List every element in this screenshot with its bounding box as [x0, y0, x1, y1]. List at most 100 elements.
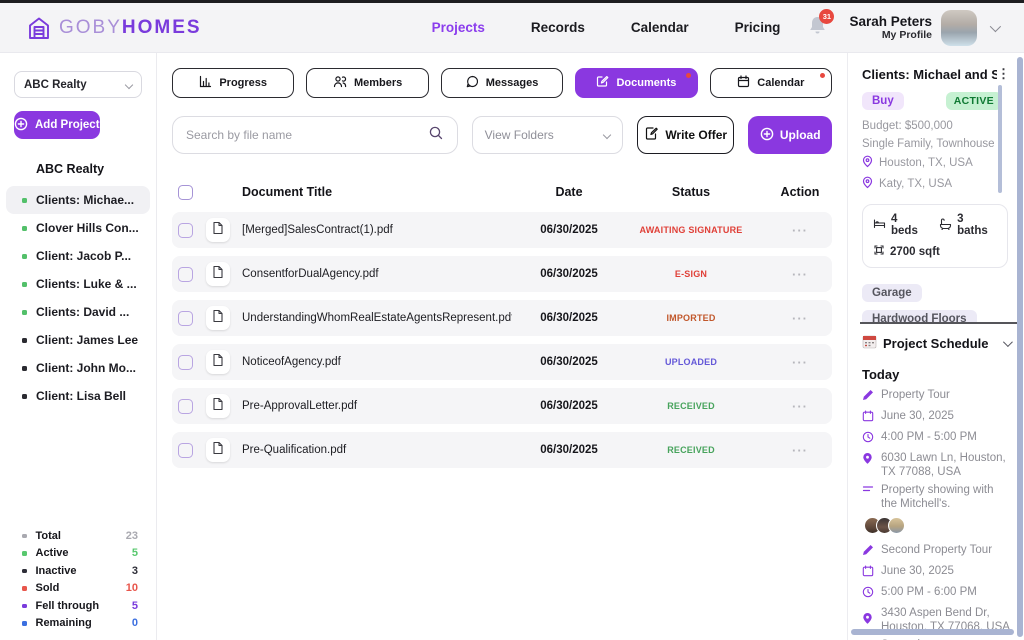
view-folders-select[interactable]: View Folders	[472, 116, 623, 154]
sidebar-client-item[interactable]: Clover Hills Con...	[6, 214, 150, 242]
file-icon	[212, 221, 224, 240]
stat-value: 10	[126, 582, 138, 594]
status-dot	[22, 282, 27, 287]
document-row[interactable]: ConsentforDualAgency.pdf 06/30/2025 E-SI…	[172, 256, 832, 292]
document-filter-row: View Folders Write Offer Upload	[172, 116, 832, 154]
brand-name: GOBYHOMES	[59, 17, 202, 39]
clipped-feature-chip: Hardwood Floors	[862, 309, 1010, 322]
baths-value: 3 baths	[957, 213, 997, 237]
edit-document-icon	[596, 75, 609, 91]
client-info-scrollbar[interactable]	[998, 85, 1003, 193]
stat-value: 5	[132, 600, 138, 612]
tab-calendar[interactable]: Calendar	[710, 68, 832, 98]
document-title[interactable]: UnderstandingWhomRealEstateAgentsReprese…	[242, 312, 512, 324]
column-action: Action	[768, 185, 832, 199]
realty-select[interactable]: ABC Realty	[14, 71, 142, 98]
nav-projects[interactable]: Projects	[432, 20, 485, 35]
panel-horizontal-scrollbar[interactable]	[851, 629, 1014, 635]
search-icon[interactable]	[428, 125, 444, 146]
document-title[interactable]: Pre-Qualification.pdf	[242, 444, 512, 456]
document-row[interactable]: [Merged]SalesContract(1).pdf 06/30/2025 …	[172, 212, 832, 248]
file-icon	[212, 441, 224, 460]
feature-chip: Garage	[862, 284, 922, 302]
nav-calendar[interactable]: Calendar	[631, 20, 689, 35]
document-title[interactable]: ConsentforDualAgency.pdf	[242, 268, 512, 280]
today-label: Today	[862, 367, 1010, 382]
document-status-badge: UPLOADED	[626, 357, 756, 367]
write-offer-button[interactable]: Write Offer	[637, 116, 734, 154]
document-table-body: [Merged]SalesContract(1).pdf 06/30/2025 …	[172, 212, 832, 468]
tab-messages[interactable]: Messages	[441, 68, 563, 98]
sidebar-client-item[interactable]: Client: James Lee	[6, 326, 150, 354]
document-title[interactable]: Pre-ApprovalLetter.pdf	[242, 400, 512, 412]
row-checkbox[interactable]	[178, 355, 193, 370]
kebab-menu-icon[interactable]: ⋮	[997, 67, 1010, 80]
page-scrollbar[interactable]	[1017, 57, 1023, 637]
sidebar-client-item[interactable]: Client: John Mo...	[6, 354, 150, 382]
document-row[interactable]: Pre-ApprovalLetter.pdf 06/30/2025 RECEIV…	[172, 388, 832, 424]
add-project-label: Add Project	[35, 119, 100, 131]
client-badges: Buy ACTIVE	[862, 92, 1010, 110]
chevron-down-icon	[1003, 337, 1013, 347]
document-status-badge: RECEIVED	[626, 401, 756, 411]
tab-documents[interactable]: Documents	[575, 68, 697, 98]
status-dot	[22, 198, 27, 203]
beds-value: 4 beds	[891, 213, 927, 237]
document-row[interactable]: Pre-Qualification.pdf 06/30/2025 RECEIVE…	[172, 432, 832, 468]
project-schedule-header[interactable]: Project Schedule	[862, 334, 1010, 354]
top-nav: Projects Records Calendar Pricing	[432, 20, 781, 35]
tab-members[interactable]: Members	[306, 68, 428, 98]
tab-progress[interactable]: Progress	[172, 68, 294, 98]
upload-label: Upload	[780, 128, 821, 142]
sidebar-client-item[interactable]: Client: Jacob P...	[6, 242, 150, 270]
status-dot	[22, 394, 27, 399]
stat-dot	[22, 586, 27, 591]
select-all-checkbox[interactable]	[178, 185, 193, 200]
tab-label: Messages	[486, 77, 539, 89]
row-checkbox[interactable]	[178, 267, 193, 282]
upload-button[interactable]: Upload	[748, 116, 832, 154]
document-title[interactable]: NoticeofAgency.pdf	[242, 356, 512, 368]
client-project-list: Clients: Michae... Clover Hills Con... C…	[0, 186, 156, 410]
sidebar-client-item[interactable]: Clients: David ...	[6, 298, 150, 326]
brand-logo[interactable]: GOBYHOMES	[26, 15, 202, 41]
row-checkbox[interactable]	[178, 399, 193, 414]
property-specs-card: 4 beds 3 baths 2700 sqft	[862, 204, 1008, 268]
row-checkbox[interactable]	[178, 311, 193, 326]
user-avatar[interactable]	[941, 10, 977, 46]
file-chip	[206, 394, 230, 418]
row-menu-icon[interactable]: ···	[768, 311, 832, 326]
notifications-button[interactable]: 31	[808, 15, 827, 41]
stat-dot	[22, 551, 27, 556]
document-row[interactable]: UnderstandingWhomRealEstateAgentsReprese…	[172, 300, 832, 336]
document-title[interactable]: [Merged]SalesContract(1).pdf	[242, 224, 512, 236]
row-menu-icon[interactable]: ···	[768, 355, 832, 370]
client-item-label: Client: John Mo...	[36, 361, 136, 375]
row-menu-icon[interactable]: ···	[768, 399, 832, 414]
search-input[interactable]	[186, 128, 428, 142]
nav-records[interactable]: Records	[531, 20, 585, 35]
location-text: Houston, TX, USA	[879, 157, 973, 169]
row-checkbox[interactable]	[178, 443, 193, 458]
property-types: Single Family, Townhouse	[862, 138, 1010, 150]
file-chip	[206, 218, 230, 242]
row-menu-icon[interactable]: ···	[768, 443, 832, 458]
row-menu-icon[interactable]: ···	[768, 267, 832, 282]
location-line: Katy, TX, USA	[862, 176, 1010, 192]
column-status: Status	[626, 185, 756, 199]
row-menu-icon[interactable]: ···	[768, 223, 832, 238]
sidebar-client-item[interactable]: Clients: Michae...	[6, 186, 150, 214]
file-chip	[206, 438, 230, 462]
file-chip	[206, 306, 230, 330]
nav-pricing[interactable]: Pricing	[735, 20, 781, 35]
document-row[interactable]: NoticeofAgency.pdf 06/30/2025 UPLOADED ·…	[172, 344, 832, 380]
column-date: Date	[524, 185, 614, 199]
add-project-button[interactable]: Add Project	[14, 111, 100, 139]
stat-label: Sold	[36, 582, 60, 594]
sidebar-client-item[interactable]: Client: Lisa Bell	[6, 382, 150, 410]
tab-label: Documents	[616, 77, 676, 89]
file-search	[172, 116, 458, 154]
row-checkbox[interactable]	[178, 223, 193, 238]
sidebar-client-item[interactable]: Clients: Luke & ...	[6, 270, 150, 298]
profile-menu[interactable]: Sarah Peters My Profile	[849, 10, 998, 46]
